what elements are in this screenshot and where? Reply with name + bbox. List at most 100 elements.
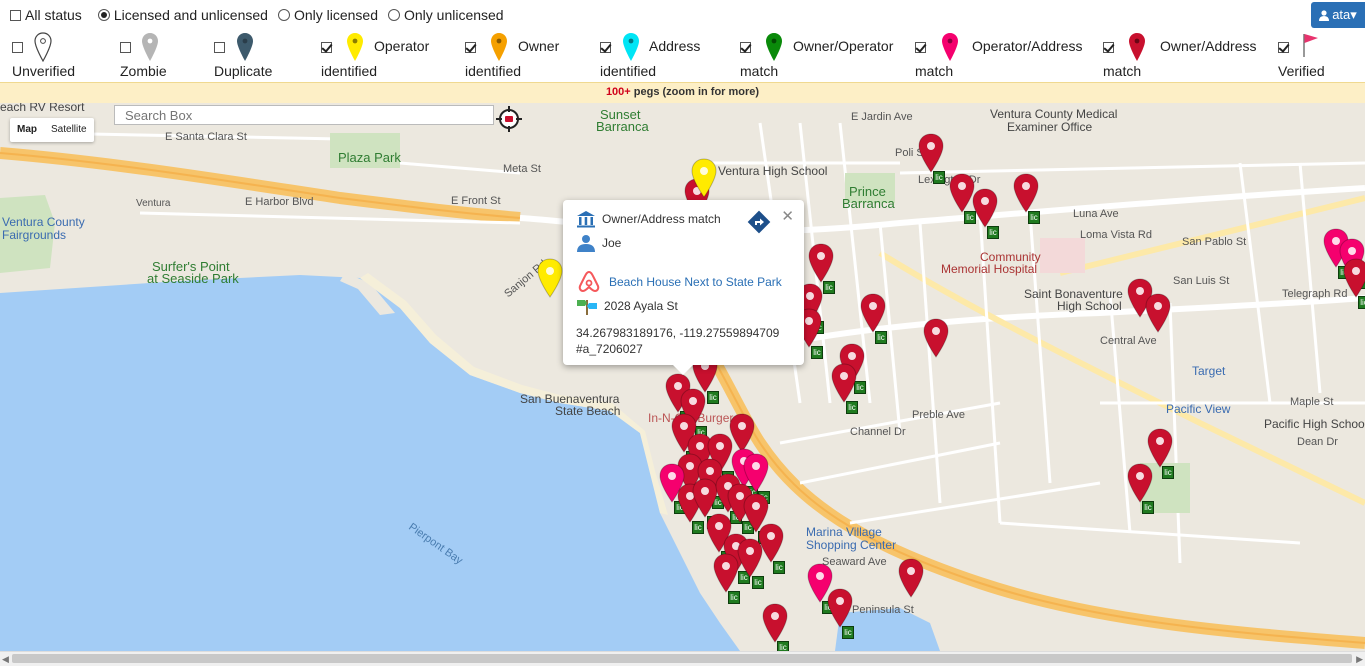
legend-operator-address-match-checkbox[interactable]	[915, 42, 926, 53]
listing-pin-icon[interactable]	[827, 588, 853, 628]
legend-operator-address-match-sublabel: match	[915, 63, 954, 79]
license-badge: lic	[707, 391, 719, 404]
legend-duplicate-checkbox[interactable]	[214, 42, 225, 53]
licensed-and-unlicensed-option[interactable]: Licensed and unlicensed	[97, 7, 268, 23]
map-type-control: Map Satellite	[10, 118, 94, 142]
listing-pin-icon[interactable]	[972, 188, 998, 228]
label-telegraph-rd: Telegraph Rd	[1282, 288, 1348, 300]
legend-unverified-checkbox[interactable]	[12, 42, 23, 53]
crosshair-locate-icon[interactable]	[496, 106, 522, 132]
listing-pin-icon[interactable]	[1147, 428, 1173, 468]
listing-pin-icon[interactable]	[537, 258, 563, 298]
listing-pin-icon[interactable]	[1013, 173, 1039, 213]
label-ventura-station: Ventura	[136, 198, 171, 209]
popup-listing-link[interactable]: Beach House Next to State Park	[609, 275, 782, 289]
legend-owner-identified-checkbox[interactable]	[465, 42, 476, 53]
map-search-input[interactable]	[114, 105, 494, 125]
label-meta-st: Meta St	[503, 163, 541, 175]
listing-pin-icon[interactable]	[1343, 258, 1365, 298]
scroll-right-icon[interactable]: ▶	[1356, 654, 1363, 665]
popup-address: 2028 Ayala St	[604, 299, 678, 313]
map-canvas[interactable]: Ventura High School Ventura County Medic…	[0, 103, 1365, 651]
label-e-santa-clara-st: E Santa Clara St	[165, 131, 247, 143]
listing-pin-icon[interactable]	[1145, 293, 1171, 333]
all-status-option[interactable]: All status	[10, 7, 82, 23]
legend-operator-identified[interactable]: Operator identified	[321, 30, 441, 82]
label-pacific-view: Pacific View	[1166, 402, 1231, 416]
directions-icon[interactable]	[747, 210, 771, 237]
gray-pin-icon	[142, 33, 158, 61]
legend-owner-identified-label: Owner	[518, 38, 560, 54]
legend-operator-address-match[interactable]: Operator/Address match	[915, 30, 1095, 82]
listing-pin-icon[interactable]	[1127, 463, 1153, 503]
scrollbar-thumb[interactable]	[12, 654, 1352, 663]
legend-owner-address-match-sublabel: match	[1103, 63, 1142, 79]
popup-owner-name: Joe	[602, 236, 622, 250]
listing-pin-icon[interactable]	[918, 133, 944, 173]
only-unlicensed-option[interactable]: Only unlicensed	[387, 7, 504, 23]
popup-close-icon[interactable]: ✕	[781, 207, 794, 225]
only-unlicensed-radio[interactable]	[387, 9, 400, 21]
legend-address-identified[interactable]: Address identified	[600, 30, 720, 82]
listing-pin-icon[interactable]	[713, 553, 739, 593]
legend-verified[interactable]: Verified	[1278, 30, 1358, 82]
label-fairgrounds-2: Fairgrounds	[2, 228, 67, 242]
listing-pin-icon[interactable]	[923, 318, 949, 358]
all-status-label: All status	[25, 7, 82, 23]
label-e-front-st: E Front St	[451, 195, 501, 207]
user-menu-button[interactable]: ata▾	[1311, 2, 1365, 28]
license-badge: lic	[777, 641, 789, 651]
label-fairgrounds: Ventura County	[2, 215, 85, 229]
license-badge: lic	[728, 591, 740, 604]
listing-pin-icon[interactable]	[691, 158, 717, 198]
only-unlicensed-label: Only unlicensed	[403, 7, 504, 23]
label-hospital: Memorial Hospital	[941, 262, 1038, 276]
only-licensed-radio[interactable]	[277, 9, 290, 21]
label-luna-ave: Luna Ave	[1073, 208, 1119, 220]
legend-zombie-checkbox[interactable]	[120, 42, 131, 53]
legend-operator-identified-label: Operator	[374, 38, 430, 54]
legend-verified-checkbox[interactable]	[1278, 42, 1289, 53]
legend-operator-address-match-label: Operator/Address	[972, 38, 1083, 54]
legend-owner-identified[interactable]: Owner identified	[465, 30, 575, 82]
horizontal-scrollbar[interactable]: ◀ ▶	[0, 651, 1365, 666]
popup-listing-row: Beach House Next to State Park	[576, 270, 782, 294]
label-dean-dr: Dean Dr	[1297, 436, 1338, 448]
listing-pin-icon[interactable]	[737, 538, 763, 578]
listing-pin-icon[interactable]	[860, 293, 886, 333]
label-seaside-park: at Seaside Park	[147, 271, 239, 286]
label-shopping-center: Shopping Center	[806, 538, 897, 552]
legend-owner-address-match[interactable]: Owner/Address match	[1103, 30, 1263, 82]
legend-owner-address-match-label: Owner/Address	[1160, 38, 1257, 54]
map-type-map-button[interactable]: Map	[10, 118, 44, 142]
label-san-luis-st: San Luis St	[1173, 275, 1230, 287]
license-badge: lic	[811, 346, 823, 359]
legend-owner-address-match-checkbox[interactable]	[1103, 42, 1114, 53]
legend-owner-operator-match[interactable]: Owner/Operator match	[740, 30, 900, 82]
only-licensed-option[interactable]: Only licensed	[277, 7, 378, 23]
orange-pin-icon	[491, 33, 507, 61]
legend-owner-operator-match-checkbox[interactable]	[740, 42, 751, 53]
label-ventura-high-school: Ventura High School	[718, 164, 828, 178]
legend-operator-identified-checkbox[interactable]	[321, 42, 332, 53]
scroll-left-icon[interactable]: ◀	[2, 654, 9, 665]
label-rv-resort: each RV Resort	[0, 103, 85, 114]
licensed-and-unlicensed-radio[interactable]	[97, 9, 110, 21]
legend-duplicate[interactable]: Duplicate	[214, 30, 294, 82]
legend-owner-identified-sublabel: identified	[465, 63, 522, 79]
listing-pin-icon[interactable]	[831, 363, 857, 403]
all-status-checkbox[interactable]	[10, 9, 21, 21]
legend-address-identified-checkbox[interactable]	[600, 42, 611, 53]
signpost-icon	[577, 300, 597, 315]
map-type-satellite-button[interactable]: Satellite	[44, 118, 94, 142]
license-badge: lic	[842, 626, 854, 639]
legend-address-identified-label: Address	[649, 38, 701, 54]
listing-pin-icon[interactable]	[762, 603, 788, 643]
legend-owner-operator-match-label: Owner/Operator	[793, 38, 894, 54]
listing-pin-icon[interactable]	[898, 558, 924, 598]
listing-pin-icon[interactable]	[808, 243, 834, 283]
licensed-and-unlicensed-label: Licensed and unlicensed	[113, 7, 268, 23]
label-plaza-park: Plaza Park	[338, 150, 401, 165]
legend-zombie[interactable]: Zombie	[120, 30, 190, 82]
legend-unverified[interactable]: Unverified	[12, 30, 102, 82]
